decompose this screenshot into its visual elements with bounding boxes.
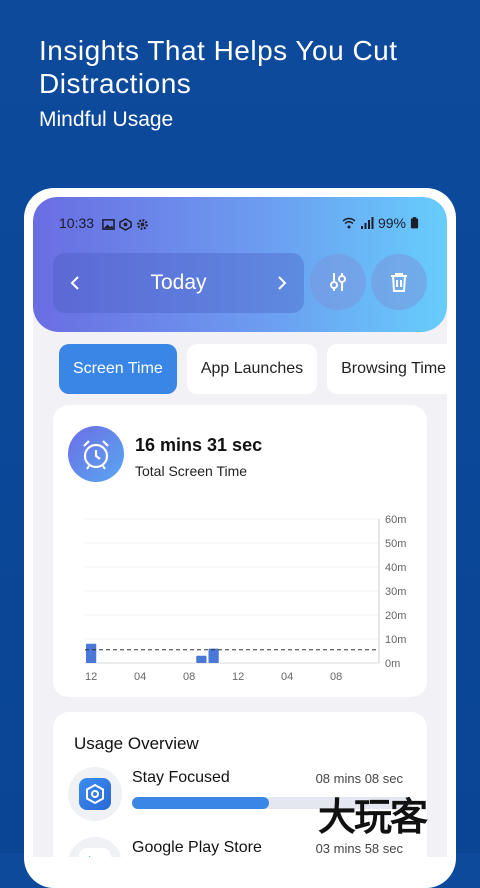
battery-icon: [410, 217, 419, 229]
status-time: 10:33: [59, 215, 95, 231]
filter-button[interactable]: [310, 254, 366, 310]
app-usage-bar-fill: [132, 797, 270, 809]
play-store-logo-icon: [89, 856, 91, 857]
app-name: Google Play Store: [132, 839, 262, 856]
app-screen: 10:33 99% Today Screen Time App Launches…: [33, 197, 447, 857]
hourly-usage-chart: 60m 50m 40m 30m 20m 10m 0m 12 04 08 12 04 08: [85, 514, 406, 683]
app-name: Stay Focused: [132, 769, 230, 786]
clock-badge: [68, 426, 124, 482]
wifi-icon: [342, 217, 356, 229]
app-badge-icon: [119, 218, 132, 231]
x-tick-label: 12: [85, 671, 97, 683]
next-day-button[interactable]: [260, 253, 304, 313]
app-icon-google-play-store: [68, 837, 122, 857]
header-card: 10:33 99% Today: [33, 197, 447, 332]
x-tick-label: 08: [183, 671, 195, 683]
promo-headline: Insights That Helps You Cut Distractions: [39, 35, 398, 99]
usage-overview-title: Usage Overview: [74, 734, 199, 753]
y-tick-label: 10m: [385, 634, 406, 646]
x-tick-label: 04: [281, 671, 293, 683]
total-screen-time-value: 16 mins 31 sec: [135, 435, 263, 455]
status-bar: 10:33 99%: [59, 215, 419, 235]
alarm-clock-icon: [83, 440, 109, 470]
tab-browsing-time[interactable]: Browsing Time: [327, 344, 447, 394]
previous-day-button[interactable]: [53, 253, 97, 313]
total-screen-time-label: Total Screen Time: [135, 463, 248, 479]
date-label: Today: [150, 271, 207, 294]
app-icon-stay-focused: [68, 767, 122, 821]
chart-bar: [208, 648, 219, 663]
app-usage-time: 08 mins 08 sec: [315, 771, 403, 786]
sliders-icon: [330, 273, 346, 291]
trash-icon: [391, 273, 407, 292]
watermark: 大玩客: [318, 797, 428, 839]
app-usage-time: 03 mins 58 sec: [315, 841, 403, 856]
settings-gear-icon: [137, 219, 148, 230]
gallery-icon: [102, 219, 115, 230]
metric-tabs: Screen Time App Launches Browsing Time: [59, 344, 447, 394]
tab-app-launches[interactable]: App Launches: [186, 344, 318, 394]
delete-button[interactable]: [371, 254, 427, 310]
battery-percent: 99%: [377, 215, 406, 231]
y-tick-label: 60m: [385, 514, 406, 526]
chart-bar: [196, 655, 207, 663]
x-tick-label: 04: [134, 671, 146, 683]
tab-screen-time[interactable]: Screen Time: [59, 344, 177, 394]
y-tick-label: 50m: [385, 538, 406, 550]
date-navigator: Today: [53, 253, 304, 313]
y-tick-label: 20m: [385, 610, 406, 622]
y-tick-label: 30m: [385, 586, 406, 598]
promo-subhead: Mindful Usage: [39, 108, 174, 131]
chevron-right-icon: [278, 276, 287, 290]
screen-time-card: 16 mins 31 sec Total Screen Time 60m 50m 4…: [53, 405, 427, 697]
x-tick-label: 08: [330, 671, 342, 683]
stay-focused-logo-icon: [86, 783, 104, 805]
y-tick-label: 0m: [385, 658, 400, 670]
chart-bar: [86, 643, 97, 663]
chevron-left-icon: [70, 276, 79, 290]
x-tick-label: 12: [232, 671, 244, 683]
signal-icon: [360, 217, 374, 229]
y-tick-label: 40m: [385, 562, 406, 574]
